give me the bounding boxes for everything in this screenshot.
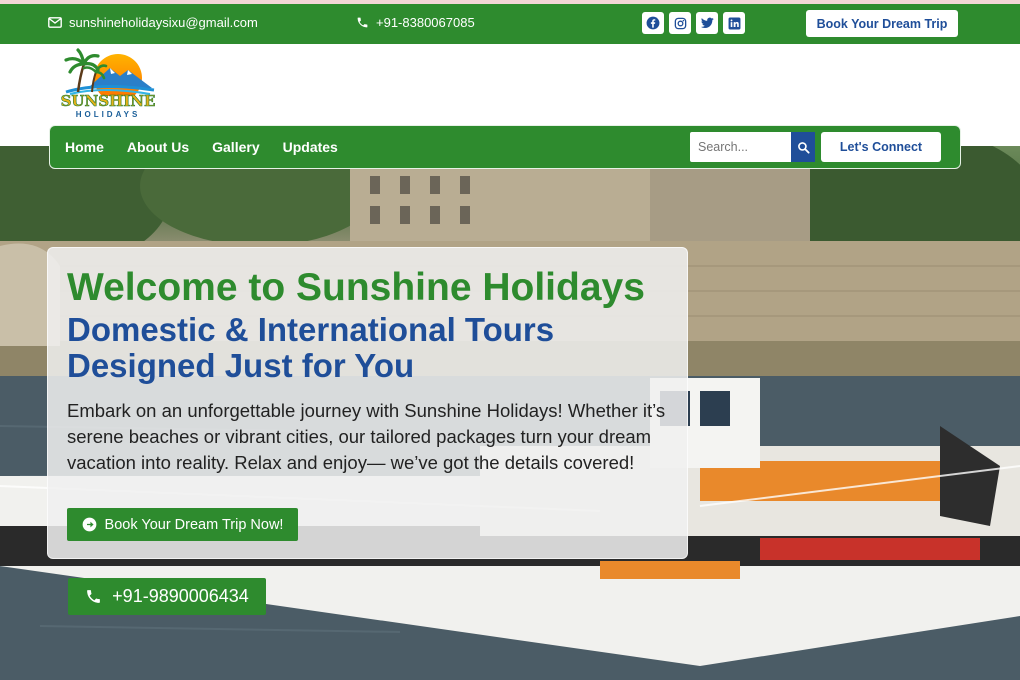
social-links bbox=[642, 12, 745, 34]
nav-home[interactable]: Home bbox=[65, 139, 104, 155]
top-bar: sunshineholidaysixu@gmail.com +91-838006… bbox=[0, 0, 1020, 44]
nav-updates[interactable]: Updates bbox=[283, 139, 338, 155]
facebook-icon bbox=[646, 16, 660, 30]
hero-title: Welcome to Sunshine Holidays bbox=[67, 266, 645, 309]
sun-palm-logo-icon bbox=[64, 48, 155, 96]
site-logo[interactable]: SUNSHINE HOLIDAYS bbox=[58, 48, 158, 120]
call-phone-button[interactable]: +91-9890006434 bbox=[68, 578, 266, 615]
facebook-link[interactable] bbox=[642, 12, 664, 34]
nav-links: Home About Us Gallery Updates bbox=[65, 126, 338, 168]
arrow-circle-right-icon bbox=[82, 517, 96, 532]
book-dream-trip-now-label: Book Your Dream Trip Now! bbox=[104, 516, 284, 533]
search-button[interactable] bbox=[791, 132, 815, 162]
contact-phone[interactable]: +91-8380067085 bbox=[356, 15, 475, 30]
search-icon bbox=[797, 141, 810, 154]
book-dream-trip-button[interactable]: Book Your Dream Trip bbox=[806, 10, 958, 37]
phone-text: +91-8380067085 bbox=[376, 15, 475, 30]
instagram-icon bbox=[674, 17, 686, 29]
book-dream-trip-now-button[interactable]: Book Your Dream Trip Now! bbox=[67, 508, 298, 541]
logo-wordmark: SUNSHINE bbox=[60, 92, 156, 111]
hero-subtitle: Domestic & International Tours Designed … bbox=[67, 311, 555, 384]
envelope-icon bbox=[48, 17, 62, 28]
lets-connect-button[interactable]: Let's Connect bbox=[821, 132, 941, 162]
hero-description: Embark on an unforgettable journey with … bbox=[67, 400, 666, 473]
call-phone-label: +91-9890006434 bbox=[112, 586, 249, 606]
search-input[interactable] bbox=[698, 140, 794, 154]
twitter-link[interactable] bbox=[696, 12, 718, 34]
logo-subtitle: HOLIDAYS bbox=[75, 110, 141, 119]
instagram-link[interactable] bbox=[669, 12, 691, 34]
main-navigation: Home About Us Gallery Updates Let's Conn… bbox=[49, 125, 961, 169]
email-text: sunshineholidaysixu@gmail.com bbox=[69, 15, 258, 30]
nav-gallery[interactable]: Gallery bbox=[212, 139, 259, 155]
contact-email[interactable]: sunshineholidaysixu@gmail.com bbox=[48, 15, 258, 30]
nav-about-us[interactable]: About Us bbox=[127, 139, 189, 155]
twitter-icon bbox=[700, 17, 714, 29]
phone-icon bbox=[87, 590, 101, 603]
phone-icon bbox=[357, 17, 368, 28]
linkedin-link[interactable] bbox=[723, 12, 745, 34]
hero-card: Welcome to Sunshine Holidays Domestic & … bbox=[47, 247, 688, 559]
linkedin-icon bbox=[728, 17, 740, 29]
